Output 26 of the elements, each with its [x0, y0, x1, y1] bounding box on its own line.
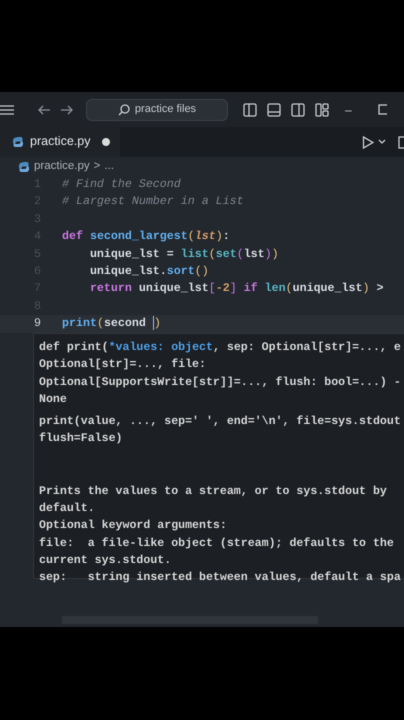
code-line: def second_largest(lst):: [62, 229, 230, 246]
doc-line: sep: string inserted between values, default a spa: [39, 570, 402, 586]
doc-line: Optional keyword arguments:: [39, 518, 228, 534]
signature-line: Optional[SupportsWrite[str]]=..., flush: bool=...) -: [39, 374, 402, 391]
breadcrumb-separator: >: [94, 158, 100, 174]
signature-line: def print(*values: object, sep: Optional[str]=..., e: [39, 340, 402, 356]
minimize-button[interactable]: –: [345, 100, 352, 118]
line-number: 9: [33, 316, 42, 332]
signature-line: None: [39, 392, 68, 408]
usage-line: print(value, ..., sep=' ', end='\n', file=sys.stdout: [39, 414, 402, 430]
code-line: # Find the Second: [62, 176, 181, 193]
code-line: # Largest Number in a List: [62, 194, 244, 210]
code-line: unique_lst.sort(): [88, 264, 209, 280]
code-line: return unique_lst[-2] if len(unique_lst) >: [88, 281, 384, 298]
code-line: unique_lst = list(set(lst)): [88, 246, 279, 263]
editor-tab[interactable]: practice.py: [0, 127, 120, 157]
search-field[interactable]: practice files: [86, 98, 228, 120]
doc-line: file: a file-like object (stream); defaults to the: [39, 536, 395, 552]
usage-line: flush=False): [39, 431, 124, 448]
breadcrumb-item[interactable]: ...: [104, 158, 114, 176]
doc-line: default.: [39, 501, 96, 518]
signature-line: Optional[str]=..., file:: [39, 357, 207, 374]
code-line: print(second ): [62, 315, 161, 332]
breadcrumb-item[interactable]: practice.py: [34, 158, 90, 176]
doc-line: Prints the values to a stream, or to sys.stdout by: [39, 484, 388, 500]
doc-line: current sys.stdout.: [39, 552, 172, 569]
